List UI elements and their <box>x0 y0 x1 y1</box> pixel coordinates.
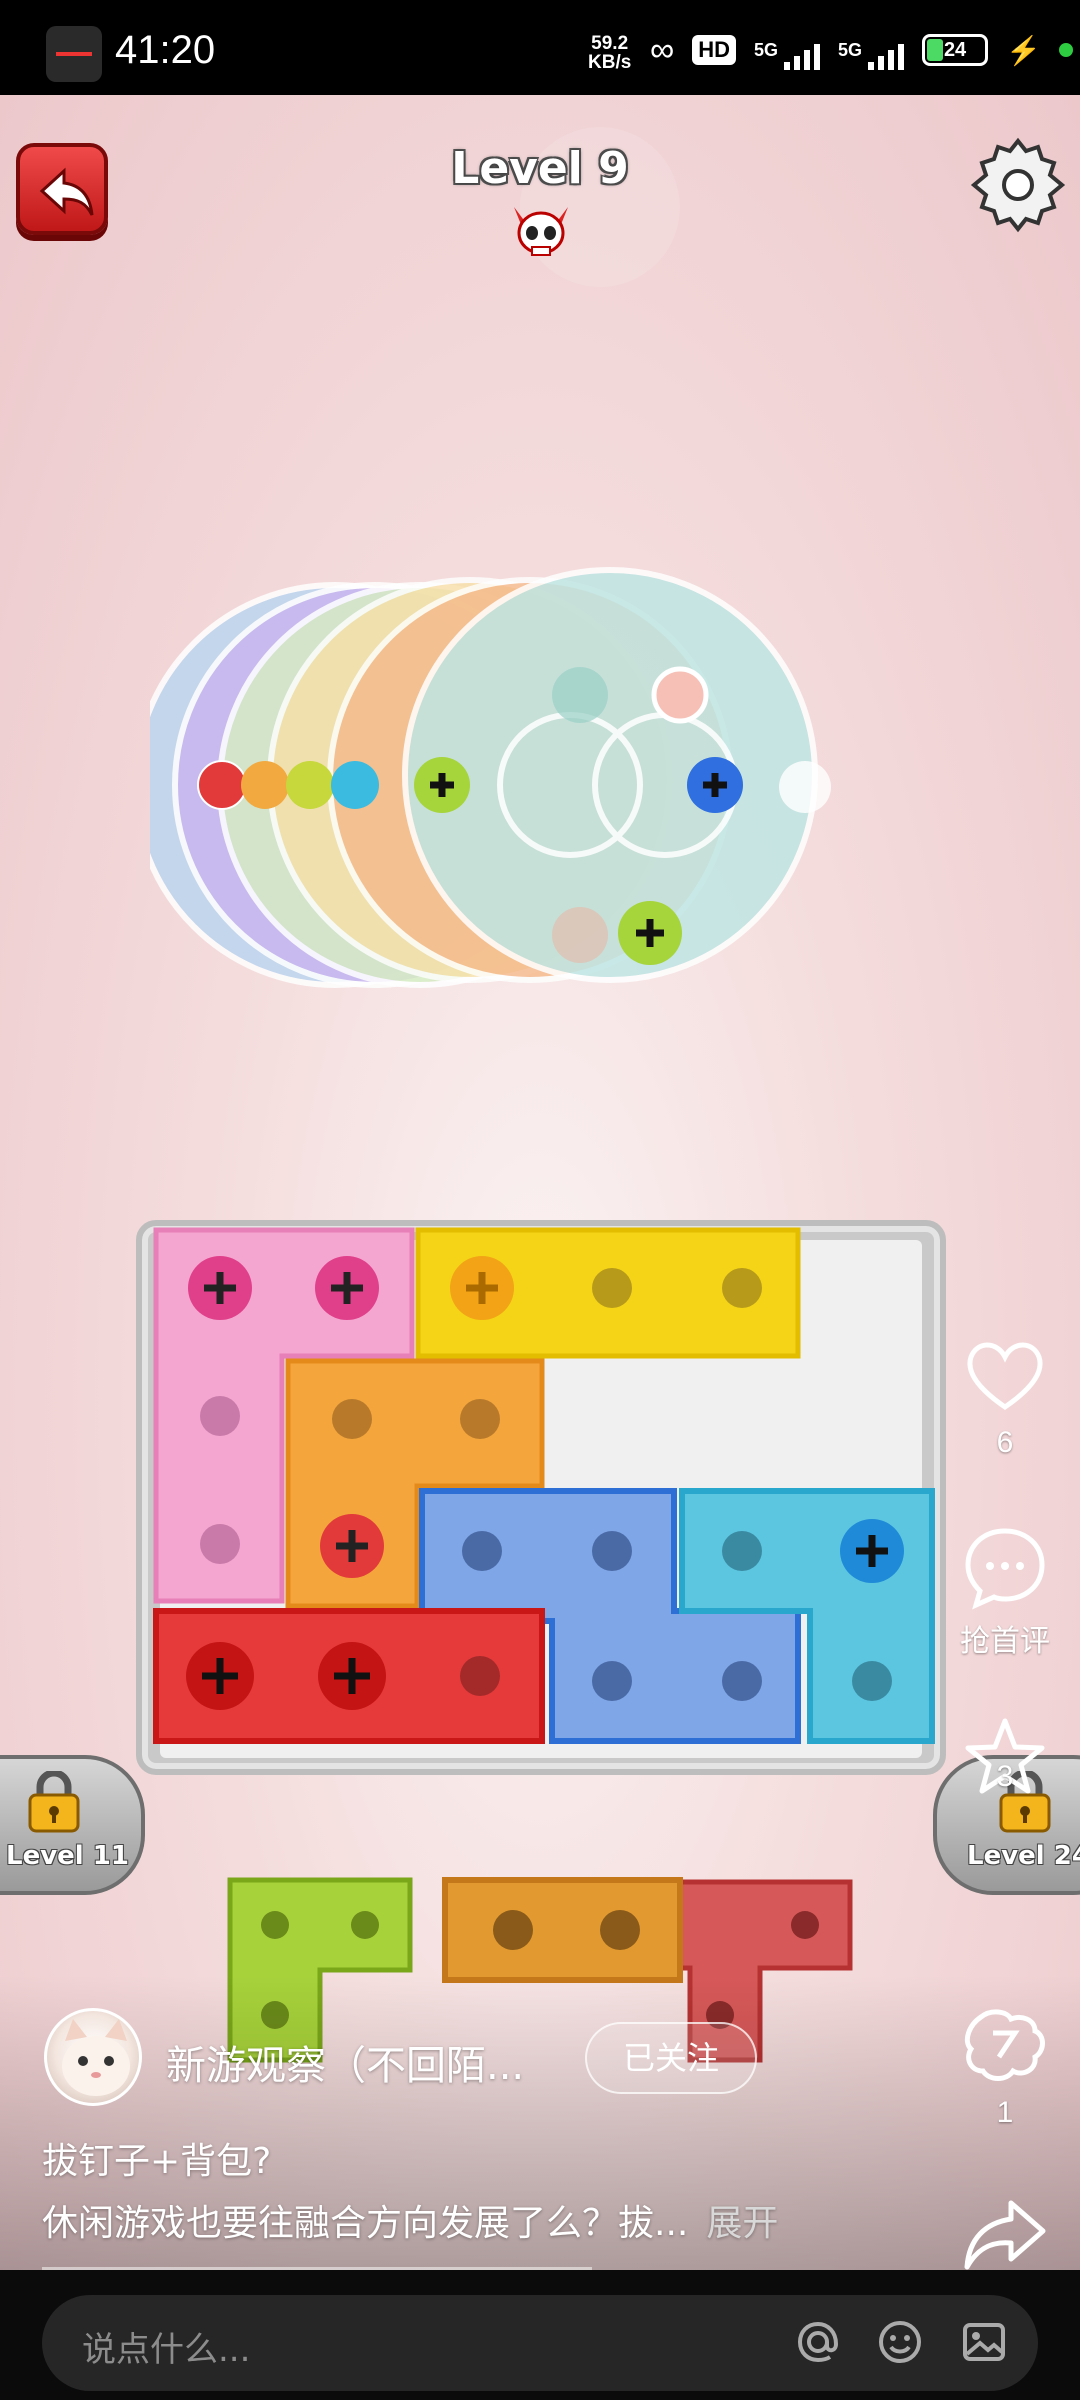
comment-button[interactable]: 抢首评 <box>955 1525 1055 1660</box>
skull-icon <box>514 207 568 256</box>
link-icon: ∞ <box>650 30 675 69</box>
gear-icon[interactable] <box>970 137 1066 233</box>
comment-label: 抢首评 <box>960 1625 1050 1658</box>
privacy-dot-icon <box>1058 43 1073 57</box>
share-button[interactable]: 4 <box>955 2195 1055 2270</box>
share-alt-icon <box>964 2009 1045 2081</box>
heart-icon <box>967 1342 1043 1411</box>
forward-button[interactable]: 1 <box>955 2005 1055 2130</box>
at-icon[interactable] <box>792 2316 844 2368</box>
network-type-1: 5G <box>754 39 779 60</box>
locked-level-left-label: Level 11 <box>6 1841 129 1871</box>
comment-placeholder: 说点什么... <box>82 2330 251 2370</box>
avatar[interactable] <box>44 2008 142 2106</box>
like-button[interactable]: 6 <box>955 1335 1055 1460</box>
signal-5g-icon-2: 5G <box>838 39 905 70</box>
favorite-button[interactable]: 3 <box>955 1715 1055 1794</box>
charging-icon: ⚡ <box>1006 34 1041 66</box>
battery-level: 24 <box>943 39 967 61</box>
status-time: 41:20 <box>115 28 216 72</box>
yellow-piece[interactable] <box>415 1227 801 1359</box>
image-icon[interactable] <box>958 2316 1010 2368</box>
status-bar: 41:20 59.2 KB/s ∞ HD 5G 5G 24 ⚡ <box>0 0 1080 95</box>
battery-icon: 24 <box>922 34 989 66</box>
author-name[interactable]: 新游观察（不回陌... <box>166 2033 524 2091</box>
red-piece[interactable] <box>153 1608 545 1744</box>
caption-title: 拔钉子+背包? <box>42 2141 272 2182</box>
follow-button[interactable]: 已关注 <box>585 2022 757 2094</box>
comment-icon <box>965 1528 1045 1610</box>
caption-text: 休闲游戏也要往融合方向发展了么？拔... <box>42 2203 689 2244</box>
signal-5g-icon: 5G <box>754 39 821 70</box>
recording-app-icon <box>46 26 102 82</box>
network-type-2: 5G <box>838 39 863 60</box>
network-speed-unit: KB/s <box>588 52 632 73</box>
hd-badge: HD <box>692 35 737 65</box>
caption-body: 休闲游戏也要往融合方向发展了么？拔... 展开 <box>42 2194 778 2246</box>
orange-spare-piece[interactable] <box>442 1877 683 1983</box>
share-arrow-icon <box>964 2200 1046 2270</box>
level-title: Level 9 <box>451 143 629 194</box>
forward-count: 1 <box>996 2096 1014 2129</box>
like-count: 6 <box>996 1426 1014 1459</box>
emoji-icon[interactable] <box>874 2316 926 2368</box>
status-icons: ∞ HD 5G 5G 24 ⚡ <box>650 30 1073 70</box>
disc-stack[interactable] <box>150 535 890 1075</box>
expand-link[interactable]: 展开 <box>706 2203 778 2244</box>
board-pieces[interactable] <box>142 1226 942 1771</box>
puzzle-board <box>136 1220 946 1775</box>
locked-level-right-label: Level 24 <box>967 1841 1080 1871</box>
network-speed: 59.2 KB/s <box>588 34 631 72</box>
locked-level-left-button[interactable]: Level 11 <box>0 1755 145 1895</box>
network-speed-value: 59.2 <box>591 33 629 54</box>
padlock-icon <box>28 1771 80 1833</box>
game-video[interactable]: Level 9 Level 11 Level 24 6 抢首评 3 1 <box>0 95 1080 2270</box>
